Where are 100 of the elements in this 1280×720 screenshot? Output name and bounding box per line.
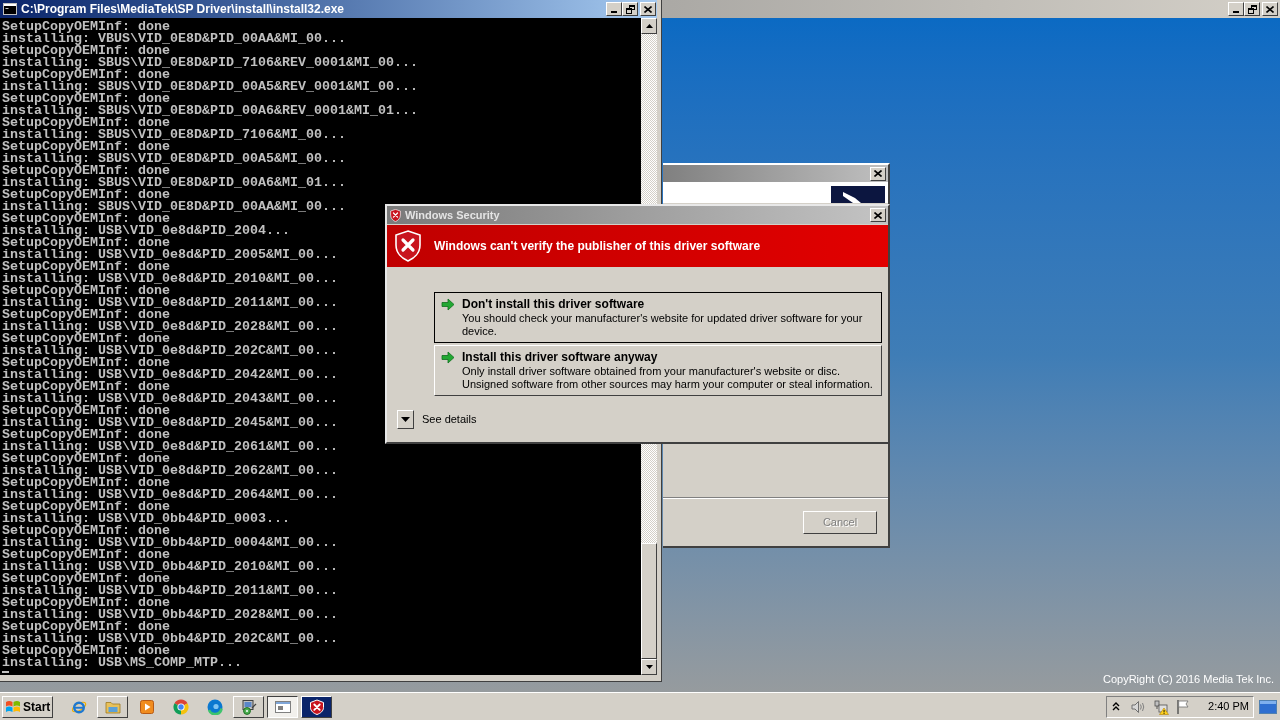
edge-icon bbox=[206, 698, 223, 715]
console-line: SetupCopyOEMInf: done bbox=[2, 549, 170, 561]
minimize-button[interactable] bbox=[1228, 2, 1244, 16]
media-play-icon bbox=[138, 698, 155, 715]
installer-icon bbox=[240, 698, 257, 715]
up-arrow-icon bbox=[645, 24, 653, 28]
start-logo-icon bbox=[5, 699, 21, 714]
restore-icon bbox=[625, 4, 635, 14]
console-line: installing: SBUS\VID_0E8D&PID_00A5&REV_0001&MI_00... bbox=[2, 81, 418, 93]
console-line: installing: USB\VID_0e8d&PID_2061&MI_00... bbox=[2, 441, 338, 453]
console-line: installing: USB\VID_0e8d&PID_2028&MI_00... bbox=[2, 321, 338, 333]
console-line: SetupCopyOEMInf: done bbox=[2, 165, 170, 177]
right-arrow-icon bbox=[441, 351, 455, 364]
down-arrow-icon bbox=[645, 665, 653, 669]
show-desktop-icon[interactable] bbox=[1259, 699, 1277, 714]
copyright-text: CopyRight (C) 2016 Media Tek Inc. bbox=[1103, 673, 1274, 686]
flag-icon[interactable] bbox=[1176, 698, 1190, 715]
console-line: installing: USB\VID_0e8d&PID_2010&MI_00... bbox=[2, 273, 338, 285]
console-line: installing: SBUS\VID_0E8D&PID_00A5&MI_00... bbox=[2, 153, 346, 165]
console-line: SetupCopyOEMInf: done bbox=[2, 357, 170, 369]
console-line: installing: USB\VID_0bb4&PID_2011&MI_00... bbox=[2, 585, 338, 597]
console-line: SetupCopyOEMInf: done bbox=[2, 573, 170, 585]
console-line: installing: USB\MS_COMP_MTP... bbox=[2, 657, 242, 669]
console-line: SetupCopyOEMInf: done bbox=[2, 69, 170, 81]
console-line: installing: SBUS\VID_0E8D&PID_7106&MI_00... bbox=[2, 129, 346, 141]
console-line: installing: USB\VID_0e8d&PID_2042&MI_00... bbox=[2, 369, 338, 381]
scroll-down-button[interactable] bbox=[641, 659, 657, 675]
chevron-up-icon[interactable] bbox=[1112, 702, 1120, 711]
scrollbar-thumb[interactable] bbox=[641, 543, 657, 659]
console-line: installing: USB\VID_0e8d&PID_2062&MI_00... bbox=[2, 465, 338, 477]
console-line: SetupCopyOEMInf: done bbox=[2, 621, 170, 633]
console-line: SetupCopyOEMInf: done bbox=[2, 309, 170, 321]
console-line: installing: SBUS\VID_0E8D&PID_7106&REV_0001&MI_00... bbox=[2, 57, 418, 69]
command-link-button[interactable]: Don't install this driver software You should check your manufacturer's website for updated driver software for your device. bbox=[434, 292, 882, 343]
console-line: SetupCopyOEMInf: done bbox=[2, 45, 170, 57]
close-button[interactable] bbox=[1262, 2, 1278, 16]
close-icon bbox=[874, 170, 882, 177]
console-line: installing: USB\VID_0bb4&PID_2010&MI_00... bbox=[2, 561, 338, 573]
console-line: installing: USB\VID_0e8d&PID_2045&MI_00... bbox=[2, 417, 338, 429]
chrome-icon bbox=[172, 698, 189, 715]
quick-launch-button[interactable] bbox=[97, 695, 128, 718]
console-line: installing: SBUS\VID_0E8D&PID_00A6&MI_01... bbox=[2, 177, 346, 189]
window-icon bbox=[274, 698, 291, 715]
console-line: SetupCopyOEMInf: done bbox=[2, 429, 170, 441]
console-line: SetupCopyOEMInf: done bbox=[2, 477, 170, 489]
minimize-button[interactable] bbox=[606, 2, 622, 16]
console-line: SetupCopyOEMInf: done bbox=[2, 525, 170, 537]
banner-text: Windows can't verify the publisher of this driver software bbox=[434, 239, 761, 253]
console-line: SetupCopyOEMInf: done bbox=[2, 597, 170, 609]
start-button[interactable]: Start bbox=[2, 695, 53, 718]
console-line: SetupCopyOEMInf: done bbox=[2, 285, 170, 297]
close-button[interactable] bbox=[640, 2, 656, 16]
close-icon bbox=[1266, 5, 1274, 13]
console-line: SetupCopyOEMInf: done bbox=[2, 213, 170, 225]
console-line: installing: USB\VID_0bb4&PID_0003... bbox=[2, 513, 290, 525]
console-line: installing: SBUS\VID_0E8D&PID_00A6&REV_0001&MI_01... bbox=[2, 105, 418, 117]
close-icon bbox=[644, 5, 652, 13]
console-line: SetupCopyOEMInf: done bbox=[2, 237, 170, 249]
close-button[interactable] bbox=[870, 166, 886, 181]
console-line: SetupCopyOEMInf: done bbox=[2, 21, 170, 33]
console-line: SetupCopyOEMInf: done bbox=[2, 405, 170, 417]
console-line: SetupCopyOEMInf: done bbox=[2, 333, 170, 345]
console-line: installing: USB\VID_0e8d&PID_2011&MI_00... bbox=[2, 297, 338, 309]
console-line: installing: USB\VID_0e8d&PID_2005&MI_00... bbox=[2, 249, 338, 261]
shield-icon bbox=[390, 208, 401, 222]
console-line: installing: USB\VID_0e8d&PID_2064&MI_00... bbox=[2, 489, 338, 501]
console-line: installing: USB\VID_0e8d&PID_2004... bbox=[2, 225, 290, 237]
window-title: C:\Program Files\MediaTek\SP Driver\install\install32.exe bbox=[21, 2, 345, 16]
command-link-button[interactable]: Install this driver software anyway Only install driver software obtained from your manufacturer's website or disc. Unsigned software from other sources may harm your computer or steal information. bbox=[434, 345, 882, 396]
network-warning-icon[interactable] bbox=[1153, 698, 1169, 715]
close-button[interactable] bbox=[870, 208, 886, 222]
console-line: installing: USB\VID_0bb4&PID_0004&MI_00... bbox=[2, 537, 338, 549]
text-cursor bbox=[2, 671, 9, 673]
see-details-button[interactable]: See details bbox=[397, 410, 477, 429]
console-line: SetupCopyOEMInf: done bbox=[2, 381, 170, 393]
scroll-up-button[interactable] bbox=[641, 18, 657, 34]
minimize-icon bbox=[1233, 11, 1239, 13]
clock-time[interactable]: 2:40 PM bbox=[1208, 700, 1249, 713]
minimize-icon bbox=[611, 11, 617, 13]
taskbar-button[interactable] bbox=[267, 695, 298, 718]
console-line: installing: USB\VID_0bb4&PID_2028&MI_00... bbox=[2, 609, 338, 621]
console-line: installing: SBUS\VID_0E8D&PID_00AA&MI_00... bbox=[2, 201, 346, 213]
shield-icon bbox=[308, 698, 325, 715]
console-line: installing: USB\VID_0bb4&PID_202C&MI_00... bbox=[2, 633, 338, 645]
restore-button[interactable] bbox=[622, 2, 638, 16]
speaker-icon[interactable] bbox=[1130, 698, 1146, 715]
console-line: SetupCopyOEMInf: done bbox=[2, 261, 170, 273]
console-line: SetupCopyOEMInf: done bbox=[2, 93, 170, 105]
right-arrow-icon bbox=[441, 298, 455, 311]
console-line: SetupCopyOEMInf: done bbox=[2, 501, 170, 513]
console-line: installing: VBUS\VID_0E8D&PID_00AA&MI_00... bbox=[2, 33, 346, 45]
restore-icon bbox=[1247, 4, 1257, 14]
console-line: SetupCopyOEMInf: done bbox=[2, 141, 170, 153]
console-line: installing: USB\VID_0e8d&PID_202C&MI_00... bbox=[2, 345, 338, 357]
console-line: SetupCopyOEMInf: done bbox=[2, 189, 170, 201]
shield-icon bbox=[395, 230, 421, 262]
close-icon bbox=[874, 211, 882, 219]
window-title: Windows Security bbox=[405, 208, 500, 222]
restore-button[interactable] bbox=[1244, 2, 1260, 16]
console-icon bbox=[3, 3, 17, 15]
